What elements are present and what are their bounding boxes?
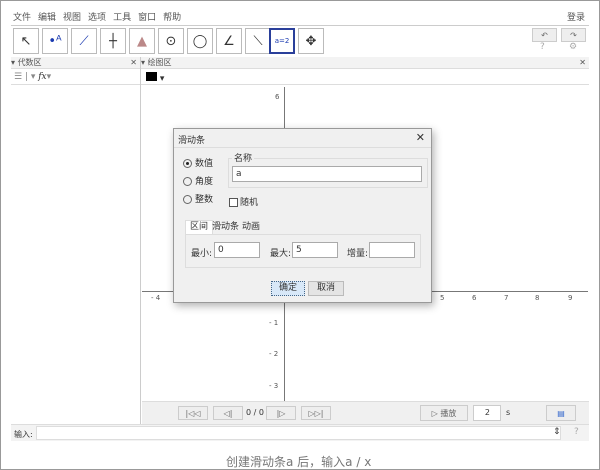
x-tick-label: 5	[440, 294, 445, 302]
y-tick-label: - 2	[269, 350, 279, 358]
random-label: 随机	[240, 198, 259, 208]
menu-view[interactable]: 视图	[63, 13, 81, 23]
slider-icon-label: a=2	[274, 37, 290, 45]
cancel-button[interactable]: 取消	[308, 281, 344, 296]
x-tick-label: 6	[472, 294, 477, 302]
move-icon[interactable]: ↖	[13, 28, 39, 54]
last-step-button[interactable]: ▷▷|	[301, 406, 331, 420]
circle-icon[interactable]: ⊙	[158, 28, 184, 54]
fx-button[interactable]: fx	[38, 72, 46, 82]
perpendicular-icon[interactable]: ┼	[100, 28, 126, 54]
graphics-title: 绘图区	[147, 58, 172, 67]
play-button[interactable]: ▷ 播放	[420, 405, 468, 421]
step-input[interactable]	[369, 242, 415, 258]
menu-file[interactable]: 文件	[13, 13, 31, 23]
x-tick-label: - 4	[151, 294, 161, 302]
redo-button[interactable]: ↷	[561, 28, 586, 42]
algebra-stylebar: ☰ | ▾ fx▾	[11, 69, 140, 85]
menu-options[interactable]: 选项	[88, 13, 106, 23]
playback-bar: |◁◁ ◁| 0 / 0 |▷ ▷▷| ▷ 播放 2 s ▤	[142, 401, 589, 424]
angle-icon[interactable]: ∠	[216, 28, 242, 54]
x-tick-label: 8	[535, 294, 540, 302]
radio-label: 角度	[195, 177, 214, 187]
title-divider	[174, 147, 431, 148]
caption: 创建滑动条a 后，输入a / x	[226, 455, 372, 469]
color-button[interactable]	[146, 72, 157, 81]
input-help-icon[interactable]: ?	[574, 427, 579, 437]
x-tick-label: 7	[504, 294, 509, 302]
close-icon[interactable]: ✕	[579, 57, 586, 69]
graphics-stylebar: ▾	[141, 69, 589, 85]
speed-stepper[interactable]: 2	[473, 405, 501, 421]
gear-icon[interactable]: ⚙	[569, 42, 577, 52]
max-label: 最大:	[270, 249, 292, 259]
algebra-panel: ▾ 代数区 ✕ ☰ | ▾ fx▾	[11, 57, 141, 424]
tab-interval[interactable]: 区间	[185, 220, 214, 234]
radio-angle[interactable]: 角度	[183, 174, 213, 187]
line-icon[interactable]: ⟋	[71, 28, 97, 54]
undo-button[interactable]: ↶	[532, 28, 557, 42]
prev-step-button[interactable]: ◁|	[213, 406, 243, 420]
keyboard-icon[interactable]: ▤	[546, 405, 576, 421]
input-field[interactable]	[36, 426, 561, 440]
name-input[interactable]: a	[232, 166, 422, 182]
radio-label: 数值	[195, 159, 214, 169]
radio-label: 整数	[195, 195, 214, 205]
menu-divider	[11, 25, 589, 26]
login-link[interactable]: 登录	[567, 10, 585, 23]
x-tick-label: 9	[568, 294, 573, 302]
radio-integer[interactable]: 整数	[183, 192, 213, 205]
menu-bar: 文件 编辑 视图 选项 工具 窗口 帮助	[13, 10, 188, 23]
menu-help[interactable]: 帮助	[163, 13, 181, 23]
close-icon[interactable]: ✕	[416, 131, 425, 144]
name-label: 名称	[232, 151, 255, 164]
conic-icon[interactable]: ◯	[187, 28, 213, 54]
dialog-title: 滑动条	[178, 136, 206, 146]
step-counter: 0 / 0	[246, 408, 264, 417]
speed-unit: s	[506, 408, 511, 417]
min-input[interactable]: 0	[214, 242, 260, 258]
max-input[interactable]: 5	[292, 242, 338, 258]
random-checkbox[interactable]: 随机	[229, 195, 258, 208]
radio-number[interactable]: 数值	[183, 156, 213, 169]
menu-tools[interactable]: 工具	[113, 13, 131, 23]
y-tick-label: - 3	[269, 382, 279, 390]
tab-animation[interactable]: 动画	[242, 221, 260, 234]
first-step-button[interactable]: |◁◁	[178, 406, 208, 420]
point-icon[interactable]: •ᴬ	[42, 28, 68, 54]
input-label: 输入:	[14, 430, 33, 439]
polygon-icon[interactable]: ▲	[129, 28, 155, 54]
move-view-icon[interactable]: ✥	[298, 28, 324, 54]
input-bar: 输入: ⇕ ?	[11, 424, 589, 441]
reflect-icon[interactable]: ⟍	[245, 28, 271, 54]
tab-slider[interactable]: 滑动条	[212, 221, 239, 234]
step-label: 增量:	[347, 249, 369, 259]
close-icon[interactable]: ✕	[130, 57, 137, 69]
y-tick-label: - 1	[269, 319, 279, 327]
next-step-button[interactable]: |▷	[266, 406, 296, 420]
min-label: 最小:	[191, 249, 213, 259]
y-tick-label: 6	[275, 93, 280, 101]
algebra-header: ▾ 代数区 ✕	[11, 57, 140, 69]
slider-icon[interactable]: a=2	[269, 28, 295, 54]
graphics-header: ▾ 绘图区 ✕	[141, 57, 589, 69]
menu-edit[interactable]: 编辑	[38, 13, 56, 23]
algebra-title: 代数区	[17, 58, 42, 67]
ok-button[interactable]: 确定	[271, 281, 305, 296]
slider-dialog: 滑动条 ✕ 数值 角度 整数 名称 a 随机 区间 滑动条 动画 最小: 0 最…	[173, 128, 432, 303]
menu-window[interactable]: 窗口	[138, 13, 156, 23]
help-icon[interactable]: ?	[540, 42, 545, 52]
input-options-icon[interactable]: ⇕	[553, 427, 561, 437]
